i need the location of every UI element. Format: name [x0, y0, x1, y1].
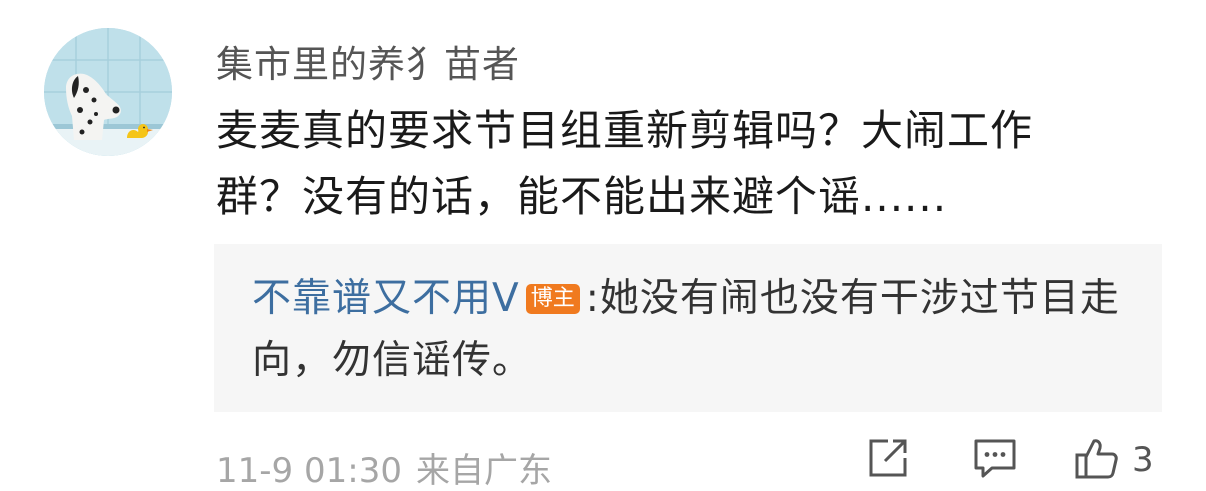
share-button[interactable]: [866, 438, 910, 482]
location-source: 来自广东: [415, 451, 552, 491]
reply-author[interactable]: 不靠谱又不用V: [252, 276, 520, 321]
avatar-image: [44, 28, 172, 156]
comment-item: 集市里的养犭苗者 麦麦真的要求节目组重新剪辑吗？大闹工作群？没有的话，能不能出来…: [0, 0, 1206, 491]
reply-button[interactable]: [972, 438, 1018, 482]
author-badge: 博主: [525, 284, 580, 314]
avatar[interactable]: [44, 28, 172, 156]
like-button[interactable]: 3: [1074, 438, 1154, 482]
reply-content: 不靠谱又不用V 博主:她没有闹也没有干涉过节目走向，勿信谣传。: [252, 268, 1132, 392]
share-icon: [866, 436, 910, 484]
like-count: 3: [1132, 440, 1154, 480]
reply-box[interactable]: 不靠谱又不用V 博主:她没有闹也没有干涉过节目走向，勿信谣传。: [214, 244, 1162, 412]
timestamp: 11-9 01:30: [216, 451, 402, 491]
thumbs-up-icon: [1074, 436, 1120, 484]
username[interactable]: 集市里的养犭苗者: [216, 34, 520, 88]
reply-separator: :: [585, 276, 600, 321]
comment-text: 麦麦真的要求节目组重新剪辑吗？大闹工作群？没有的话，能不能出来避个谣......: [216, 106, 1034, 221]
comment-meta: 11-9 01:30 来自广东: [216, 443, 552, 491]
comment-icon: [972, 436, 1018, 484]
